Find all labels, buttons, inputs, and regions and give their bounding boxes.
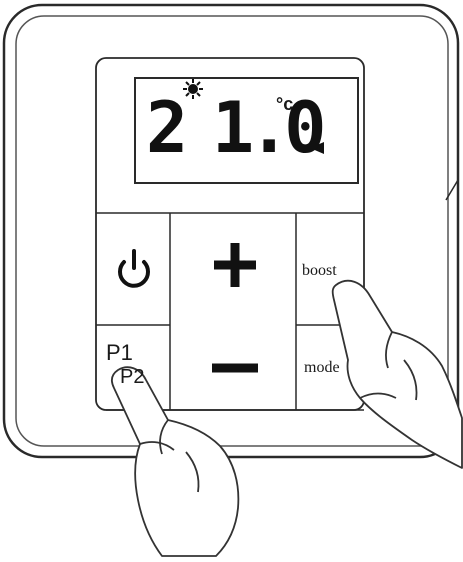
plus-button[interactable] [171, 214, 295, 324]
sun-icon [183, 79, 203, 99]
boost-button[interactable] [297, 214, 363, 324]
minus-button[interactable] [171, 326, 295, 409]
mode-button[interactable] [297, 326, 363, 409]
power-button[interactable] [97, 214, 169, 324]
program-button[interactable] [97, 326, 169, 409]
lcd-screen [134, 77, 359, 184]
